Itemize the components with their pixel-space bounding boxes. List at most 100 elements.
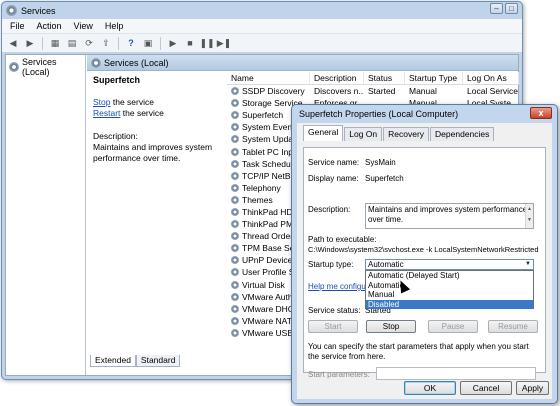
column-name[interactable]: Name	[227, 72, 310, 84]
service-cell: Local Service	[467, 86, 519, 97]
close-button[interactable]: x	[530, 107, 552, 119]
back-icon[interactable]: ◀	[6, 36, 20, 50]
chevron-down-icon: ▼	[525, 261, 531, 267]
tab-general[interactable]: General	[303, 125, 344, 141]
column-status[interactable]: Status	[364, 72, 405, 84]
option-automatic-delayed[interactable]: Automatic (Delayed Start)	[366, 271, 533, 281]
stop-line: Stop the service	[93, 97, 220, 108]
startup-type-select[interactable]: Automatic ▼	[365, 259, 534, 270]
service-gear-icon	[231, 328, 239, 337]
description-value: Maintains and improves system performanc…	[368, 205, 528, 224]
stop-icon[interactable]: ■	[183, 36, 197, 50]
dialog-title: Superfetch Properties (Local Computer)	[299, 108, 459, 119]
service-gear-icon	[231, 316, 239, 325]
service-gear-icon	[231, 256, 239, 265]
service-name-label: Service name:	[308, 158, 360, 167]
window-controls: – □	[490, 3, 518, 14]
restart-link[interactable]: Restart	[93, 108, 120, 118]
dialog-body: General Log On Recovery Dependencies Ser…	[297, 123, 552, 399]
start-params-input[interactable]	[376, 367, 536, 380]
service-name-text: SSDP Discovery	[242, 86, 305, 97]
startup-type-label: Startup type:	[308, 260, 354, 269]
properties-icon[interactable]: ▤	[65, 36, 79, 50]
service-gear-icon	[231, 135, 239, 144]
resume-button[interactable]: Resume	[488, 320, 538, 333]
column-log-on-as[interactable]: Log On As	[463, 72, 519, 84]
menu-bar: File Action View Help	[2, 19, 522, 34]
view-icon[interactable]: ▣	[141, 36, 155, 50]
toolbar: ◀ ▶ ▦ ▤ ⟳ ⇪ ? ▣ ▶ ■ ❚❚ ▶❚	[2, 34, 522, 53]
panel-header: Services (Local)	[87, 55, 518, 71]
stop-link[interactable]: Stop	[93, 97, 111, 107]
option-disabled[interactable]: Disabled	[366, 299, 533, 309]
services-gear-icon	[9, 62, 19, 72]
service-gear-icon	[231, 220, 239, 229]
dialog-titlebar[interactable]: Superfetch Properties (Local Computer)	[292, 105, 557, 122]
column-description[interactable]: Description	[310, 72, 364, 84]
menu-view[interactable]: View	[74, 21, 93, 31]
menu-help[interactable]: Help	[105, 21, 124, 31]
description-box[interactable]: Maintains and improves system performanc…	[365, 203, 534, 229]
dialog-tabs: General Log On Recovery Dependencies	[297, 123, 552, 144]
console-tree-icon[interactable]: ▦	[48, 36, 62, 50]
list-header: Name Description Status Startup Type Log…	[227, 72, 519, 85]
help-icon[interactable]: ?	[124, 36, 138, 50]
tab-standard[interactable]: Standard	[135, 355, 181, 367]
path-label: Path to executable:	[308, 235, 377, 244]
pause-button[interactable]: Pause	[428, 320, 478, 333]
tab-extended[interactable]: Extended	[90, 355, 136, 367]
table-row[interactable]: SSDP Discovery Discovers n... Started Manua…	[227, 85, 519, 97]
restart-icon[interactable]: ▶❚	[217, 36, 231, 50]
service-gear-icon	[231, 171, 239, 180]
option-manual[interactable]: Manual	[366, 290, 533, 300]
startup-type-dropdown: Automatic (Delayed Start) Automatic Manu…	[365, 270, 534, 309]
menu-file[interactable]: File	[10, 21, 25, 31]
play-icon[interactable]: ▶	[166, 36, 180, 50]
tab-dependencies[interactable]: Dependencies	[430, 127, 495, 141]
tree-item-services-local[interactable]: Services (Local)	[6, 55, 85, 79]
service-gear-icon	[231, 244, 239, 253]
ok-button[interactable]: OK	[404, 381, 456, 395]
toolbar-separator	[118, 36, 119, 50]
window-title: Services	[21, 5, 56, 16]
services-app-icon	[6, 5, 17, 16]
general-page: Service name: SysMain Display name: Supe…	[303, 147, 546, 380]
service-name-text: Virtual Disk	[242, 279, 285, 290]
service-name-value: SysMain	[365, 158, 396, 167]
export-icon[interactable]: ⇪	[99, 36, 113, 50]
tree-item-label: Services (Local)	[22, 57, 57, 77]
apply-button[interactable]: Apply	[516, 381, 549, 395]
service-gear-icon	[231, 304, 239, 313]
maximize-button[interactable]: □	[505, 3, 518, 14]
console-tree: Services (Local)	[6, 55, 86, 375]
start-button[interactable]: Start	[308, 320, 358, 333]
cancel-button[interactable]: Cancel	[460, 381, 512, 395]
startup-type-value: Automatic	[368, 260, 404, 269]
service-name-text: Themes	[242, 194, 273, 205]
refresh-icon[interactable]: ⟳	[82, 36, 96, 50]
services-titlebar[interactable]: Services	[2, 2, 522, 19]
description-text: Maintains and improves system performanc…	[93, 142, 213, 163]
service-gear-icon	[231, 87, 239, 96]
menu-action[interactable]: Action	[37, 21, 62, 31]
service-name-text: Superfetch	[242, 110, 284, 121]
column-startup-type[interactable]: Startup Type	[405, 72, 463, 84]
service-gear-icon	[231, 232, 239, 241]
stop-button[interactable]: Stop	[366, 320, 416, 333]
minimize-button[interactable]: –	[490, 3, 503, 14]
tab-log-on[interactable]: Log On	[344, 127, 383, 141]
pause-icon[interactable]: ❚❚	[199, 36, 214, 50]
service-gear-icon	[231, 268, 239, 277]
forward-icon[interactable]: ▶	[23, 36, 37, 50]
properties-dialog: Superfetch Properties (Local Computer) x…	[291, 104, 558, 404]
toolbar-separator	[42, 36, 43, 50]
services-gear-icon	[91, 57, 101, 68]
option-automatic[interactable]: Automatic	[366, 281, 533, 291]
service-cell: Discovers n...	[314, 86, 364, 97]
start-params-help: You can specify the start parameters tha…	[308, 342, 529, 361]
description-scrollbar[interactable]: ▲ ▼	[525, 204, 533, 228]
service-gear-icon	[231, 195, 239, 204]
service-gear-icon	[231, 207, 239, 216]
description-label: Description:	[93, 131, 138, 141]
tab-recovery[interactable]: Recovery	[383, 127, 430, 141]
